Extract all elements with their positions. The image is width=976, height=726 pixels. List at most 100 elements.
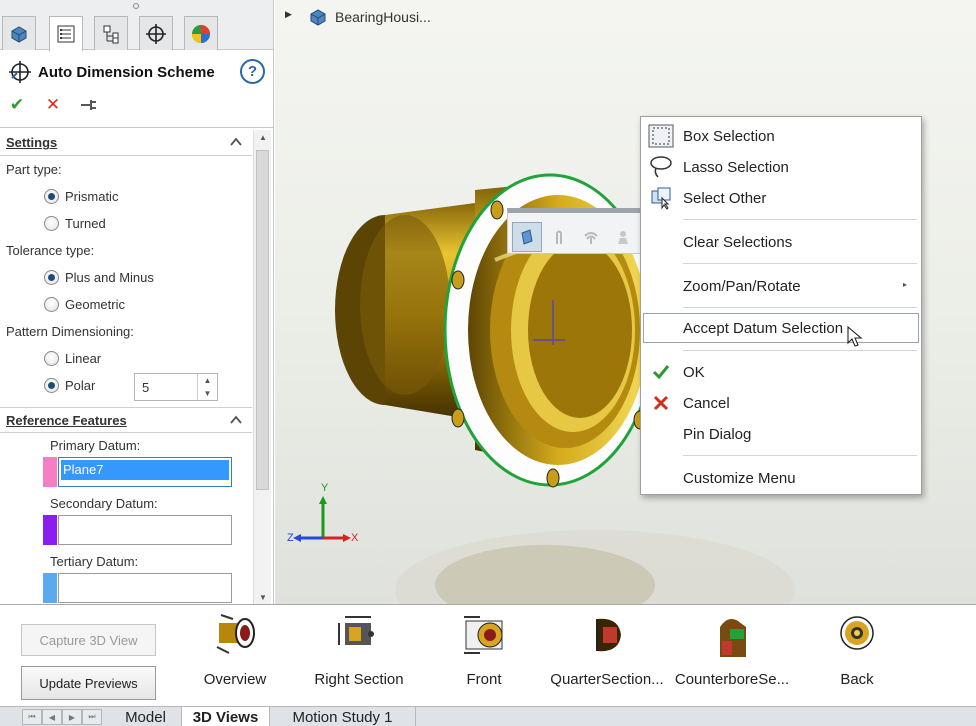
primary-datum-row: Plane7 [0, 457, 252, 491]
tab-model[interactable]: Model [110, 707, 182, 726]
ok-button[interactable]: ✔ [6, 94, 28, 116]
menu-label: Box Selection [683, 127, 775, 145]
help-button[interactable]: ? [240, 59, 265, 84]
tertiary-datum-label: Tertiary Datum: [50, 553, 139, 569]
scroll-thumb[interactable] [256, 150, 269, 490]
radio-button-on[interactable] [44, 270, 59, 285]
axis-icon [584, 232, 598, 244]
cancel-icon [653, 395, 669, 411]
view-thumbnail-quarter-section[interactable]: QuarterSection... [542, 607, 672, 705]
pm-scrollbar[interactable]: ▲ ▼ [253, 130, 271, 604]
tab-property-manager[interactable] [49, 16, 83, 51]
scroll-down-icon[interactable]: ▼ [254, 590, 272, 604]
tab-motion-study-1[interactable]: Motion Study 1 [270, 707, 416, 726]
lasso-selection-icon [650, 156, 672, 178]
radio-geometric[interactable]: Geometric [0, 291, 252, 318]
radio-turned[interactable]: Turned [0, 210, 252, 237]
feature-icon [618, 231, 628, 244]
next-tab-icon[interactable]: ▶ [62, 709, 82, 725]
check-icon [652, 365, 670, 380]
chevron-up-icon[interactable] [230, 136, 242, 148]
chevron-up-icon[interactable] [230, 414, 242, 426]
menu-label: Clear Selections [683, 233, 793, 251]
view-thumbnail-back[interactable]: Back [792, 607, 922, 705]
radio-plus-minus[interactable]: Plus and Minus [0, 264, 252, 291]
radio-label: Polar [65, 378, 96, 393]
back-thumbnail-icon [840, 616, 874, 650]
face-filter-button[interactable] [512, 222, 542, 252]
reference-heading: Reference Features [6, 412, 127, 428]
tab-dimxpert-manager[interactable] [139, 16, 173, 50]
view-label: CounterboreSe... [674, 671, 790, 688]
menu-item-box-selection[interactable]: Box Selection [641, 121, 921, 151]
polar-count-stepper[interactable]: 5 ▲ ▼ [134, 373, 218, 401]
view-thumbnail-overview[interactable]: Overview [170, 607, 300, 705]
stepper-down-icon[interactable]: ▼ [198, 387, 217, 400]
primary-datum-field[interactable]: Plane7 [58, 457, 232, 487]
tab-configuration-manager[interactable] [94, 16, 128, 50]
last-tab-icon[interactable]: ⏭ [82, 709, 102, 725]
radio-linear[interactable]: Linear [0, 345, 252, 372]
tolerance-type-label: Tolerance type: [6, 243, 95, 258]
radio-polar[interactable]: Polar 5 ▲ ▼ [0, 372, 252, 401]
update-previews-button[interactable]: Update Previews [21, 666, 156, 700]
polar-count-value[interactable]: 5 [142, 380, 149, 395]
menu-item-lasso-selection[interactable]: Lasso Selection [641, 152, 921, 182]
settings-section-header[interactable]: Settings [0, 130, 252, 156]
menu-item-cancel[interactable]: Cancel [641, 388, 921, 418]
radio-label: Linear [65, 351, 102, 366]
feature-filter-button[interactable] [608, 222, 638, 252]
settings-heading: Settings [6, 135, 58, 150]
pm-header: Auto Dimension Scheme [8, 58, 268, 86]
primary-datum-label: Primary Datum: [50, 437, 141, 453]
menu-item-ok[interactable]: OK [641, 357, 921, 387]
first-tab-icon[interactable]: ⏮ [22, 709, 42, 725]
view-label: Overview [203, 671, 267, 688]
tertiary-datum-swatch [43, 573, 57, 603]
secondary-datum-label: Secondary Datum: [50, 495, 158, 511]
menu-item-accept-datum-selection[interactable]: Accept Datum Selection [643, 313, 919, 347]
radio-prismatic[interactable]: Prismatic [0, 183, 252, 210]
help-icon: ? [247, 63, 258, 80]
prev-tab-icon[interactable]: ◀ [42, 709, 62, 725]
reference-section-header[interactable]: Reference Features [0, 407, 252, 433]
primary-datum-value: Plane7 [61, 460, 229, 480]
tertiary-datum-field[interactable] [58, 573, 232, 603]
radio-button-off[interactable] [44, 297, 59, 312]
tab-feature-manager[interactable] [2, 16, 36, 50]
radio-button-on[interactable] [44, 378, 59, 393]
menu-item-zoom-pan-rotate[interactable]: Zoom/Pan/Rotate ▸ [641, 271, 921, 301]
document-tabs-bar: ⏮ ◀ ▶ ⏭ Model 3D Views Motion Study 1 [0, 706, 976, 726]
axis-filter-button[interactable] [576, 222, 606, 252]
view-thumbnail-counterbore-section[interactable]: CounterboreSe... [667, 607, 797, 705]
secondary-datum-field[interactable] [58, 515, 232, 545]
capture-3d-view-button[interactable]: Capture 3D View [21, 624, 156, 656]
menu-item-select-other[interactable]: Select Other [641, 183, 921, 213]
tab-display-manager[interactable] [184, 16, 218, 50]
menu-item-pin-dialog[interactable]: Pin Dialog [641, 419, 921, 449]
panel-grip[interactable] [133, 3, 139, 9]
counterbore-section-thumbnail-icon [720, 619, 746, 657]
tertiary-datum-row [0, 573, 252, 604]
edge-filter-button[interactable] [544, 222, 574, 252]
manager-tabstrip [0, 0, 273, 51]
scroll-up-icon[interactable]: ▲ [254, 130, 272, 144]
view-thumbnail-front[interactable]: Front [419, 607, 549, 705]
view-thumbnail-right-section[interactable]: Right Section [294, 607, 424, 705]
tab-navigation: ⏮ ◀ ▶ ⏭ [22, 709, 106, 725]
tab-3d-views[interactable]: 3D Views [182, 707, 270, 726]
triad-x-label: X [351, 532, 359, 544]
radio-button-off[interactable] [44, 216, 59, 231]
radio-button-off[interactable] [44, 351, 59, 366]
stepper-up-icon[interactable]: ▲ [198, 374, 217, 387]
view-label: QuarterSection... [550, 671, 664, 688]
menu-item-customize-menu[interactable]: Customize Menu [641, 463, 921, 493]
triad-z-label: Z [287, 532, 294, 544]
pin-button[interactable] [78, 94, 100, 116]
radio-button-on[interactable] [44, 189, 59, 204]
close-icon: ✕ [45, 95, 61, 114]
property-manager-icon [57, 25, 75, 43]
dimxpert-icon [146, 23, 166, 44]
menu-item-clear-selections[interactable]: Clear Selections [641, 227, 921, 257]
cancel-button[interactable]: ✕ [42, 94, 64, 116]
